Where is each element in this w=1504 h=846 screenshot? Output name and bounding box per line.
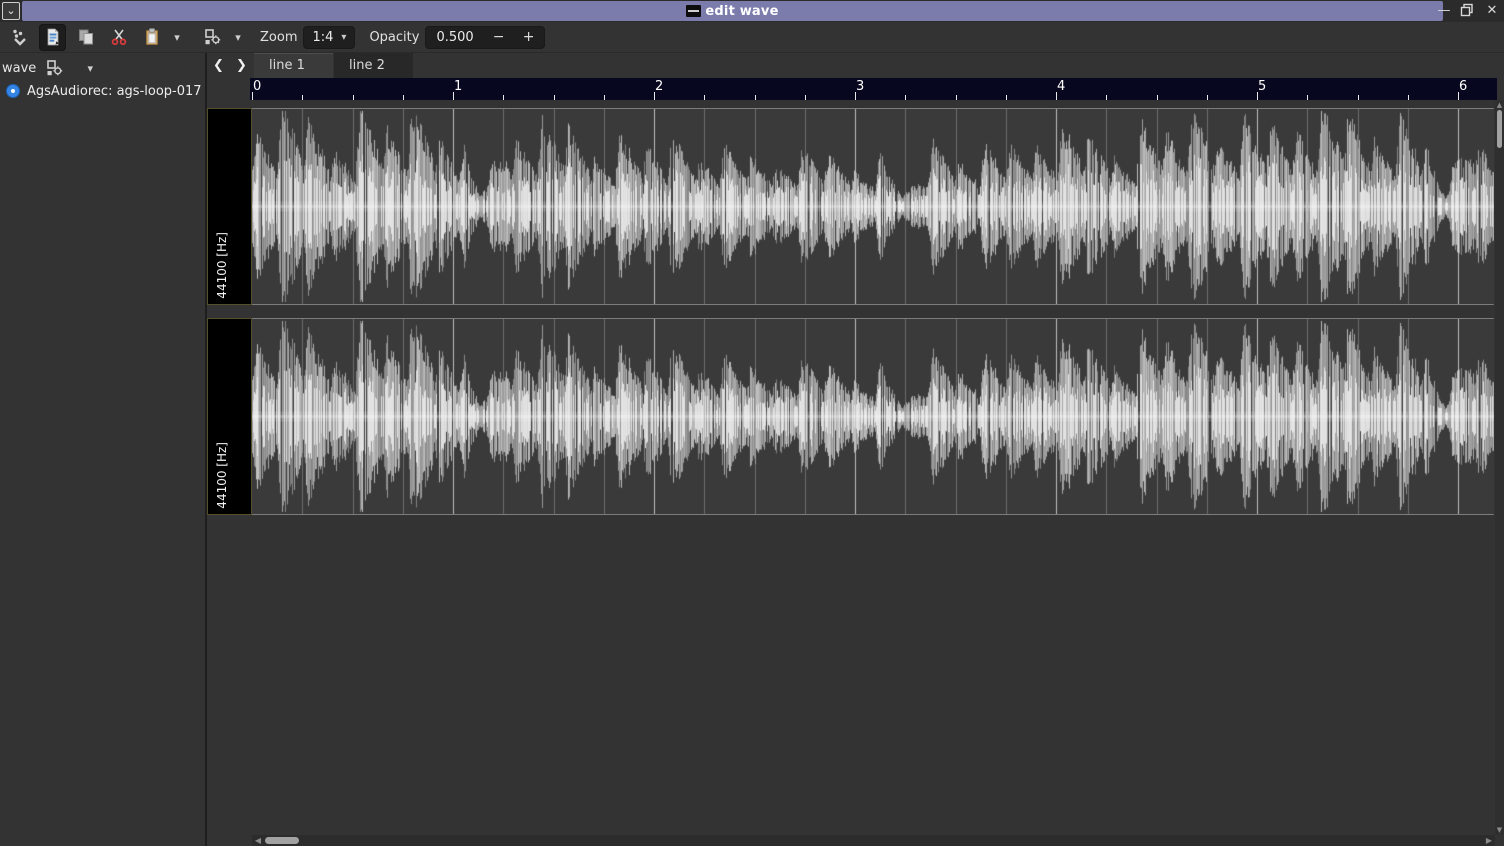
scroll-left-icon[interactable]: ◀ (252, 835, 264, 846)
zoom-caret-icon: ▾ (341, 32, 346, 43)
ruler-minor-tick (1408, 95, 1409, 100)
position-tool-icon (11, 28, 29, 46)
scroll-up-icon[interactable]: ▲ (1495, 101, 1504, 109)
scroll-down-icon[interactable]: ▼ (1495, 826, 1504, 834)
app-icon (686, 5, 701, 17)
wave-editor: ❮ ❯ line 1 line 2 0 1 2 3 4 5 6 44100 [Hz] 441… (207, 53, 1504, 846)
ruler-minor-tick (1006, 95, 1007, 100)
tools-button[interactable] (199, 24, 226, 51)
ruler-minor-tick (604, 95, 605, 100)
machine-gear-icon (46, 59, 64, 77)
chevron-down-icon: ⌄ (6, 4, 15, 17)
machine-tools-button[interactable] (46, 59, 64, 77)
opacity-decrease-button[interactable]: − (484, 29, 514, 45)
ruler-minor-tick (403, 95, 404, 100)
ruler-number: 0 (253, 79, 261, 94)
ruler-major-tick (1257, 92, 1258, 100)
audio-item-label: AgsAudiorec: ags-loop-017 (27, 84, 202, 99)
ruler-minor-tick (956, 95, 957, 100)
machine-selector-label: wave (2, 61, 36, 76)
ruler-minor-tick (1106, 95, 1107, 100)
ruler-major-tick (453, 92, 454, 100)
opacity-increase-button[interactable]: + (514, 29, 544, 45)
zoom-label: Zoom (260, 30, 297, 45)
audio-radio-row[interactable]: AgsAudiorec: ags-loop-017 (6, 82, 202, 100)
ruler-number: 6 (1459, 79, 1467, 94)
edit-wave-window: ⌄ edit wave — ✕ (0, 0, 1504, 846)
titlebar: ⌄ edit wave — ✕ (0, 0, 1504, 22)
vertical-scrollbar[interactable]: ▲ ▼ (1495, 100, 1504, 835)
copy-button[interactable] (72, 24, 99, 51)
opacity-label: Opacity (369, 30, 419, 45)
horizontal-scrollbar[interactable]: ◀ ▶ (252, 835, 1495, 846)
ruler-major-tick (252, 92, 253, 100)
horizontal-scroll-thumb[interactable] (265, 837, 299, 844)
wave-panel-channel-1: 44100 [Hz] (207, 318, 1495, 515)
paste-clipboard-icon (143, 28, 161, 46)
ruler-minor-tick (503, 95, 504, 100)
ruler-minor-tick (905, 95, 906, 100)
opacity-value-field[interactable]: 0.500 (426, 30, 483, 45)
machine-menu-button[interactable]: ▾ (82, 62, 98, 75)
tab-line-1[interactable]: line 1 (254, 53, 333, 78)
edit-tool-button[interactable] (39, 24, 66, 51)
tab-next-button[interactable]: ❯ (230, 53, 253, 78)
scissors-icon (110, 28, 128, 46)
machine-sidebar: wave ▾ AgsAudiorec: ags-loop-0 (0, 53, 205, 846)
tab-line-2[interactable]: line 2 (334, 53, 413, 78)
paste-menu-button[interactable]: ▾ (169, 31, 185, 44)
ruler-minor-tick (1358, 95, 1359, 100)
ruler-major-tick (654, 92, 655, 100)
ruler-number: 4 (1057, 79, 1065, 94)
vertical-scroll-thumb[interactable] (1497, 110, 1502, 148)
paste-button[interactable] (138, 24, 165, 51)
ruler-number: 2 (655, 79, 663, 94)
window-shade-button[interactable]: ⌄ (2, 2, 20, 20)
tools-menu-button[interactable]: ▾ (230, 31, 246, 44)
ruler-minor-tick (353, 95, 354, 100)
opacity-spinbutton: 0.500 − + (425, 26, 544, 49)
tools-gear-icon (204, 28, 222, 46)
ruler-minor-tick (704, 95, 705, 100)
ruler-minor-tick (302, 95, 303, 100)
titlebar-plate[interactable]: edit wave (22, 1, 1443, 21)
ruler-minor-tick (755, 95, 756, 100)
scroll-right-icon[interactable]: ▶ (1483, 835, 1495, 846)
waveform-canvas-0[interactable] (252, 109, 1494, 304)
samplerate-label-1: 44100 [Hz] (215, 442, 229, 509)
ruler-minor-tick (554, 95, 555, 100)
time-ruler: 0 1 2 3 4 5 6 (250, 78, 1497, 100)
line-tabbar: ❮ ❯ line 1 line 2 (207, 53, 413, 78)
ruler-major-tick (855, 92, 856, 100)
cut-button[interactable] (105, 24, 132, 51)
samplerate-label-0: 44100 [Hz] (215, 232, 229, 299)
position-tool-button[interactable] (6, 24, 33, 51)
ruler-number: 3 (856, 79, 864, 94)
samplerate-strip-1: 44100 [Hz] (207, 318, 252, 515)
close-button[interactable]: ✕ (1484, 3, 1500, 19)
ruler-minor-tick (805, 95, 806, 100)
samplerate-strip-0: 44100 [Hz] (207, 108, 252, 305)
ruler-major-tick (1458, 92, 1459, 100)
ruler-major-tick (1056, 92, 1057, 100)
minimize-button[interactable]: — (1436, 3, 1452, 19)
maximize-icon (1460, 3, 1474, 17)
zoom-combobox[interactable]: 1:4 ▾ (303, 26, 355, 49)
wave-panel-channel-0: 44100 [Hz] (207, 108, 1495, 305)
ruler-minor-tick (1207, 95, 1208, 100)
zoom-value: 1:4 (312, 30, 333, 45)
ruler-minor-tick (1307, 95, 1308, 100)
maximize-button[interactable] (1460, 3, 1476, 19)
edit-document-icon (44, 28, 62, 46)
ruler-number: 1 (454, 79, 462, 94)
radio-selected-icon[interactable] (6, 84, 20, 98)
ruler-number: 5 (1258, 79, 1266, 94)
edit-toolbar: ▾ ▾ Zoom 1:4 ▾ Opacity (0, 22, 1504, 53)
tab-prev-button[interactable]: ❮ (207, 53, 230, 78)
waveform-canvas-1[interactable] (252, 319, 1494, 514)
ruler-minor-tick (1157, 95, 1158, 100)
copy-icon (77, 28, 95, 46)
window-title: edit wave (705, 4, 778, 19)
